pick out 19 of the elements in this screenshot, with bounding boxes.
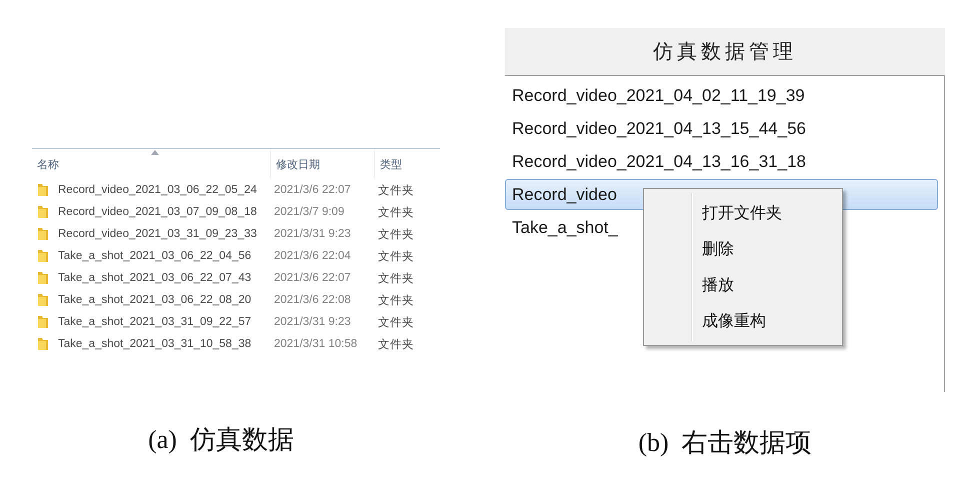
figure-caption: (a) 仿真数据 — [147, 424, 295, 456]
file-type: 文件夹 — [377, 184, 415, 198]
file-type: 文件夹 — [377, 272, 415, 286]
file-type: 文件夹 — [377, 228, 415, 242]
modified-date: 2021/3/6 22:07 — [273, 184, 352, 196]
modified-date: 2021/3/31 9:23 — [273, 228, 352, 240]
figure-caption: (b) 右击数据项 — [637, 427, 813, 459]
file-type: 文件夹 — [377, 206, 415, 220]
file-type: 文件夹 — [377, 338, 415, 352]
modified-date: 2021/3/6 22:07 — [273, 272, 352, 284]
file-type: 文件夹 — [377, 250, 415, 264]
modified-date: 2021/3/6 22:04 — [273, 250, 352, 262]
modified-date: 2021/3/6 22:08 — [273, 294, 352, 306]
file-type: 文件夹 — [377, 294, 415, 308]
panel-title: 仿真数据管理 — [653, 38, 797, 65]
modified-date: 2021/3/31 10:58 — [273, 338, 358, 350]
modified-date: 2021/3/7 9:09 — [273, 206, 346, 218]
file-type: 文件夹 — [377, 316, 415, 330]
modified-date: 2021/3/31 9:23 — [273, 316, 352, 328]
